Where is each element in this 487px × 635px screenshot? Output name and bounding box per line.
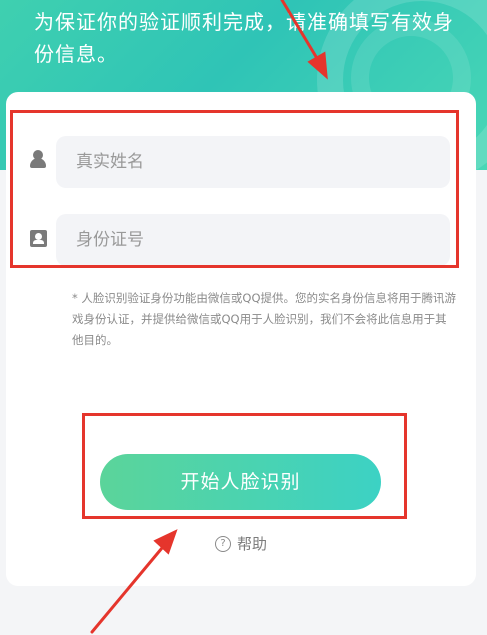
help-label: 帮助	[237, 535, 268, 553]
help-link[interactable]: ? 帮助	[215, 533, 267, 555]
highlight-box-button	[82, 413, 407, 519]
highlight-box-inputs	[10, 110, 459, 268]
page: 为保证你的验证顺利完成，请准确填写有效身份信息。 真实姓名 身份证号 * 人脸识…	[0, 0, 487, 635]
question-circle-icon: ?	[215, 536, 231, 552]
privacy-notice: * 人脸识别验证身份功能由微信或QQ提供。您的实名身份信息将用于腾讯游戏身份认证…	[72, 291, 457, 347]
header-message: 为保证你的验证顺利完成，请准确填写有效身份信息。	[34, 10, 454, 66]
